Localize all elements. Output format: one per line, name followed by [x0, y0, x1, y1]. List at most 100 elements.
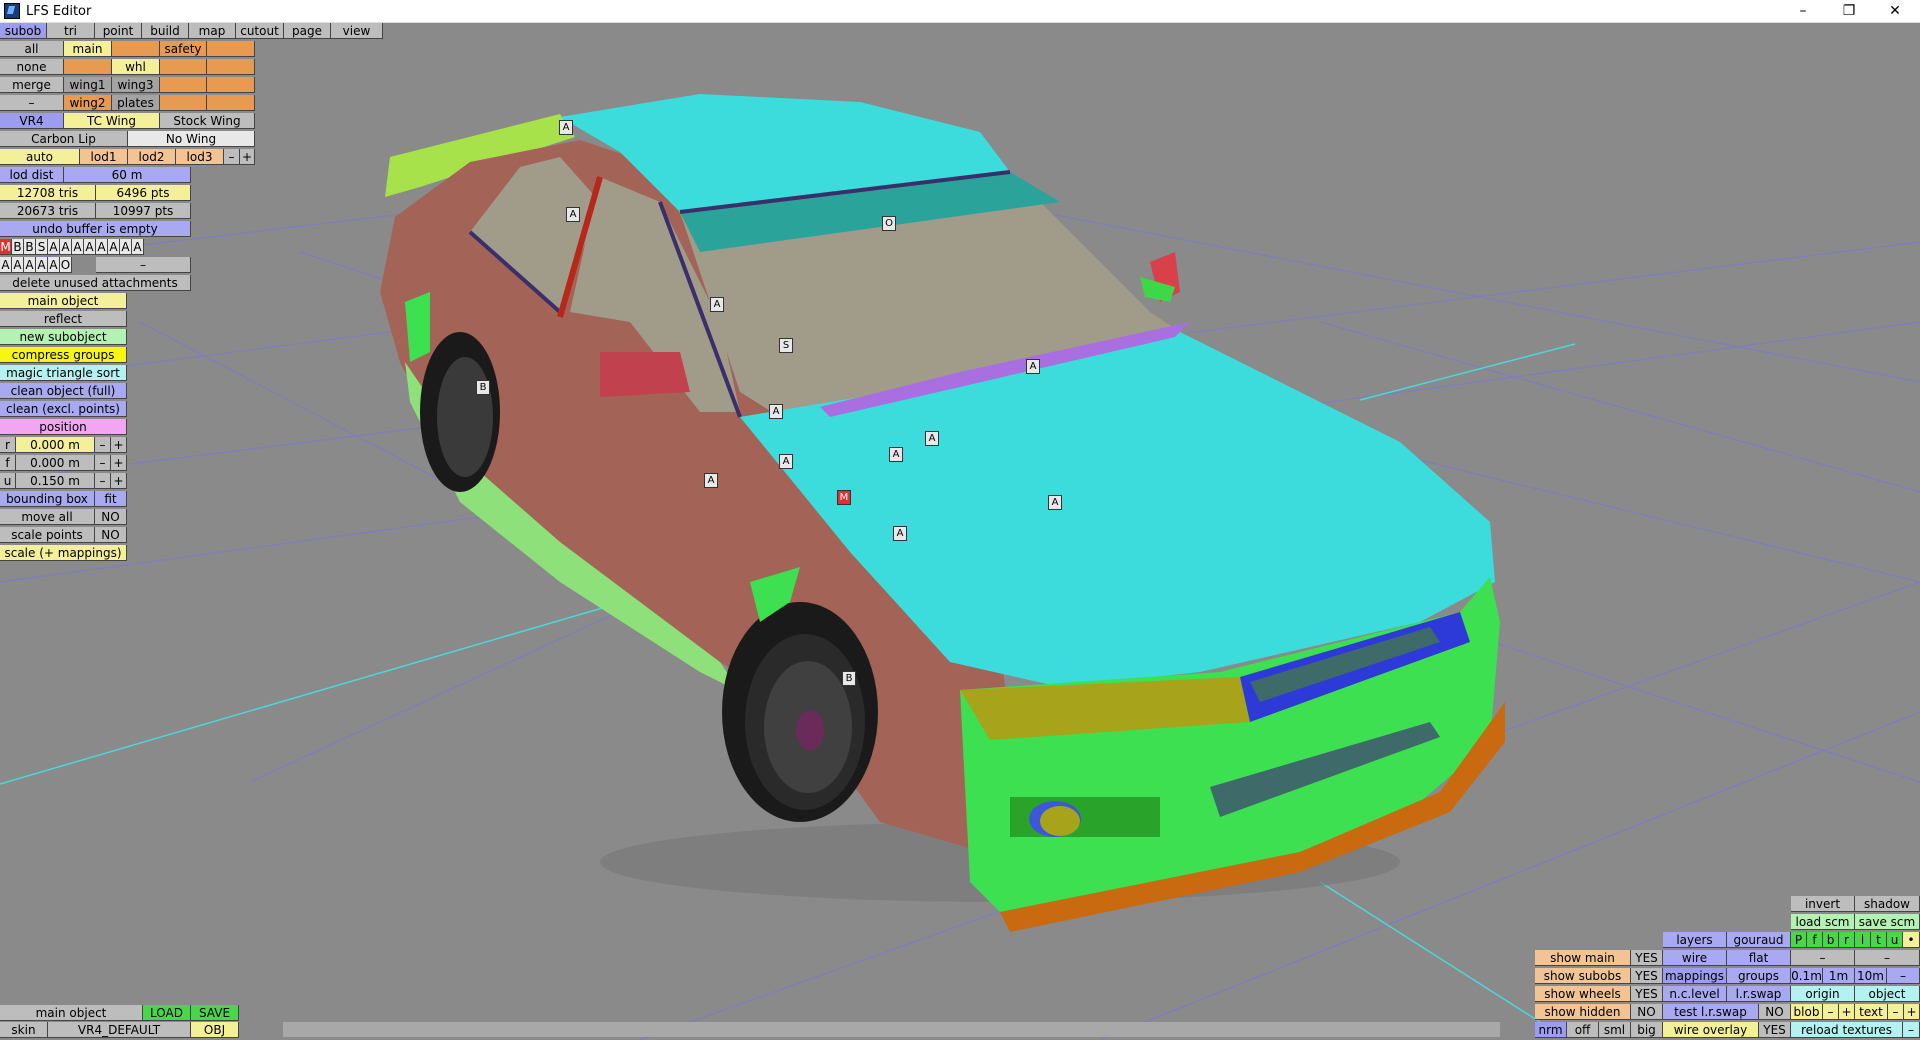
view-t[interactable]: t [1871, 932, 1887, 948]
dash-button[interactable]: – [1791, 950, 1855, 966]
lr-swap-button[interactable]: l.r.swap [1727, 986, 1791, 1002]
reload-textures-button[interactable]: reload textures [1791, 1022, 1903, 1038]
pos-f-minus[interactable]: – [95, 455, 111, 471]
subob-plates[interactable]: plates [112, 95, 160, 111]
gouraud-button[interactable]: gouraud [1727, 932, 1791, 948]
pos-u-minus[interactable]: – [95, 473, 111, 489]
car-label[interactable]: A [925, 431, 939, 446]
car-label[interactable]: A [1048, 495, 1062, 510]
grid-dash[interactable]: – [1887, 968, 1920, 984]
show-main-toggle[interactable]: YES [1631, 950, 1663, 966]
car-label[interactable]: A [710, 297, 724, 312]
config-carbon-lip[interactable]: Carbon Lip [0, 131, 128, 147]
horizontal-scrollbar[interactable] [283, 1022, 1500, 1037]
pos-value-r[interactable]: 0.000 m [16, 437, 95, 453]
menu-page[interactable]: page [284, 23, 331, 39]
attach-a[interactable]: A [48, 257, 60, 273]
save-button[interactable]: SAVE [191, 1005, 239, 1021]
off-button[interactable]: off [1567, 1022, 1599, 1038]
object-button[interactable]: object [1855, 986, 1920, 1002]
menu-point[interactable]: point [95, 23, 142, 39]
subob-wing1[interactable]: wing1 [64, 77, 112, 93]
move-all-toggle[interactable]: NO [95, 509, 127, 525]
subob-empty[interactable] [160, 59, 207, 75]
test-lr-swap-toggle[interactable]: NO [1759, 1004, 1791, 1020]
attach-a[interactable]: A [12, 257, 24, 273]
config-vr4[interactable]: VR4 [0, 113, 64, 129]
fit-button[interactable]: fit [95, 491, 127, 507]
minus-button[interactable]: – [0, 95, 64, 111]
clean-object-full-button[interactable]: clean object (full) [0, 383, 127, 399]
subob-wing3[interactable]: wing3 [112, 77, 160, 93]
attach-b[interactable]: B [12, 239, 24, 255]
wire-overlay-toggle[interactable]: YES [1759, 1022, 1791, 1038]
new-subobject-button[interactable]: new subobject [0, 329, 127, 345]
sml-button[interactable]: sml [1599, 1022, 1631, 1038]
load-button[interactable]: LOAD [143, 1005, 191, 1021]
show-subobs-toggle[interactable]: YES [1631, 968, 1663, 984]
view-p[interactable]: P [1791, 932, 1807, 948]
flat-button[interactable]: flat [1727, 950, 1791, 966]
skin-name[interactable]: VR4_DEFAULT [48, 1022, 191, 1038]
dash-button[interactable]: – [1855, 950, 1920, 966]
origin-button[interactable]: origin [1791, 986, 1855, 1002]
car-label[interactable]: A [704, 473, 718, 488]
show-hidden-toggle[interactable]: NO [1631, 1004, 1663, 1020]
attach-a[interactable]: A [24, 257, 36, 273]
menu-build[interactable]: build [142, 23, 189, 39]
config-stock-wing[interactable]: Stock Wing [160, 113, 255, 129]
attach-s[interactable]: S [36, 239, 48, 255]
view-l[interactable]: l [1855, 932, 1871, 948]
subob-whl[interactable]: whl [112, 59, 160, 75]
3d-viewport[interactable] [0, 22, 1920, 1040]
subob-empty[interactable] [207, 77, 255, 93]
menu-tri[interactable]: tri [47, 23, 95, 39]
lod-3[interactable]: lod3 [176, 149, 224, 165]
menu-map[interactable]: map [189, 23, 236, 39]
layers-button[interactable]: layers [1663, 932, 1727, 948]
scale-mappings-button[interactable]: scale (+ mappings) [0, 545, 127, 561]
attach-a[interactable]: A [72, 239, 84, 255]
subob-wing2[interactable]: wing2 [64, 95, 112, 111]
pos-value-f[interactable]: 0.000 m [16, 455, 95, 471]
attach-a[interactable]: A [48, 239, 60, 255]
subob-safety[interactable]: safety [160, 41, 207, 57]
subob-empty[interactable] [64, 59, 112, 75]
lod-1[interactable]: lod1 [80, 149, 128, 165]
clean-excl-points-button[interactable]: clean (excl. points) [0, 401, 127, 417]
reload-textures-dash[interactable]: – [1903, 1022, 1920, 1038]
attach-a[interactable]: A [132, 239, 144, 255]
config-tc-wing[interactable]: TC Wing [64, 113, 160, 129]
view-u[interactable]: u [1887, 932, 1903, 948]
pos-r-plus[interactable]: + [111, 437, 127, 453]
invert-button[interactable]: invert [1791, 896, 1855, 912]
pos-u-plus[interactable]: + [111, 473, 127, 489]
lod-auto[interactable]: auto [0, 149, 80, 165]
attach-dash[interactable]: – [96, 257, 191, 273]
select-all-button[interactable]: all [0, 41, 64, 57]
view-b[interactable]: b [1823, 932, 1839, 948]
lod-2[interactable]: lod2 [128, 149, 176, 165]
nc-level-button[interactable]: n.c.level [1663, 986, 1727, 1002]
menu-cutout[interactable]: cutout [236, 23, 284, 39]
config-no-wing[interactable]: No Wing [128, 131, 255, 147]
select-none-button[interactable]: none [0, 59, 64, 75]
grid-1m[interactable]: 1m [1823, 968, 1855, 984]
blob-plus[interactable]: + [1839, 1004, 1855, 1020]
attach-a[interactable]: A [108, 239, 120, 255]
menu-subob[interactable]: subob [0, 23, 47, 39]
attach-a[interactable]: A [120, 239, 132, 255]
minimize-button[interactable]: – [1780, 0, 1826, 22]
load-scm-button[interactable]: load scm [1791, 914, 1855, 930]
subob-empty[interactable] [160, 77, 207, 93]
attach-a[interactable]: A [36, 257, 48, 273]
pos-r-minus[interactable]: – [95, 437, 111, 453]
compress-groups-button[interactable]: compress groups [0, 347, 127, 363]
save-scm-button[interactable]: save scm [1855, 914, 1920, 930]
car-label[interactable]: B [476, 380, 490, 395]
view-r[interactable]: r [1839, 932, 1855, 948]
attach-a[interactable]: A [84, 239, 96, 255]
pos-f-plus[interactable]: + [111, 455, 127, 471]
car-label[interactable]: A [769, 404, 783, 419]
grid-10m[interactable]: 10m [1855, 968, 1887, 984]
